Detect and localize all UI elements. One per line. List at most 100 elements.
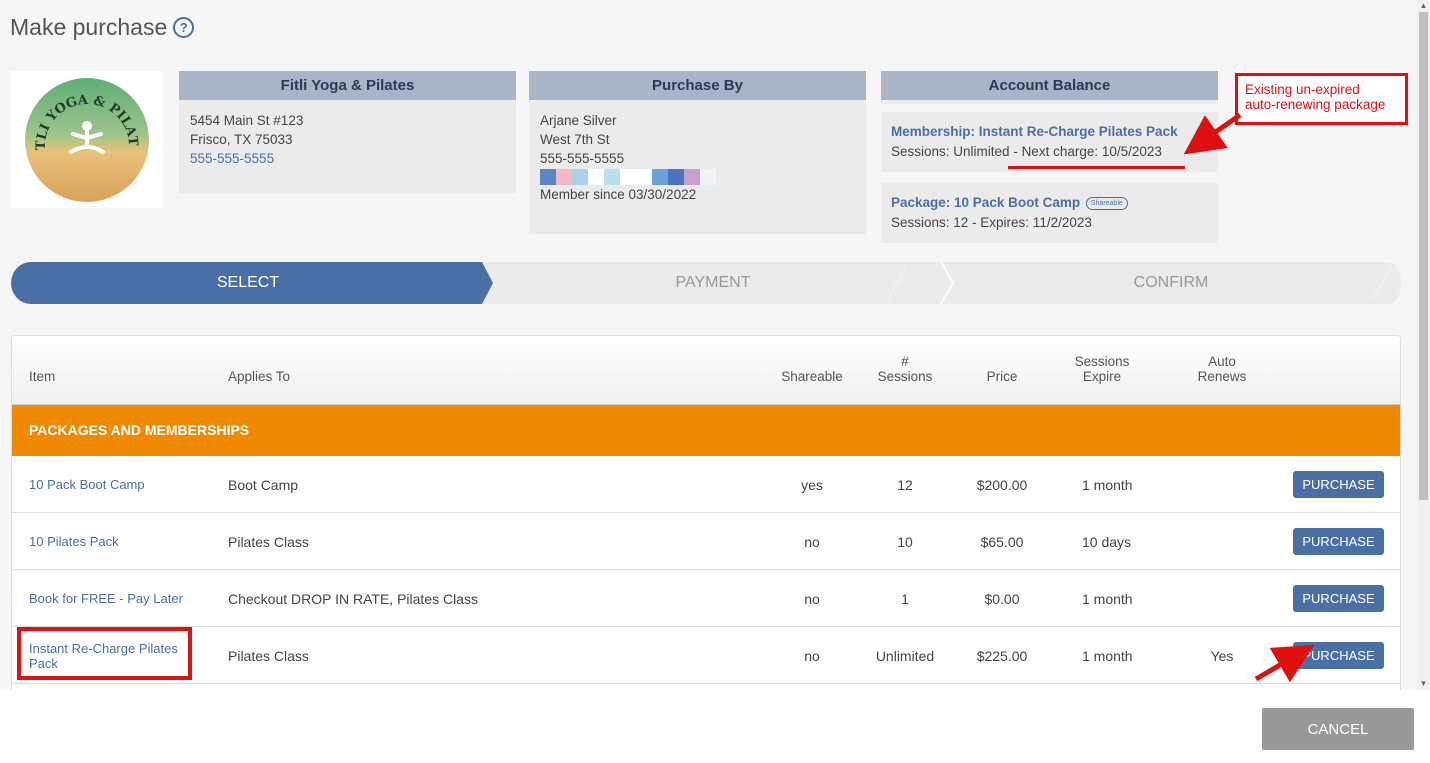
purchase-steps: SELECT PAYMENT CONFIRM <box>11 262 1401 304</box>
membership-sessions: Sessions: Unlimited - <box>891 144 1018 159</box>
row-sessions: 1 <box>901 590 909 607</box>
swatch <box>684 169 700 185</box>
row-item-link[interactable]: 10 Pilates Pack <box>29 534 119 549</box>
purchase-modal: Make purchase ? FITLI YOGA & PILATES Fit <box>0 0 1417 690</box>
purchaser-info-box: Purchase By Arjane Silver West 7th St 55… <box>529 71 866 234</box>
modal-scrollbar[interactable]: ▲ ▼ <box>1417 0 1430 690</box>
table-row: 10 Pack Boot Camp Boot Camp yes 12 $200.00 1 … <box>12 456 1400 513</box>
annotation-callout: Existing un-expired auto-renewing packag… <box>1235 73 1408 125</box>
row-auto-renews-cell <box>1192 513 1252 570</box>
table-row: Instant Re-Charge Pilates Pack Pilates Cl… <box>12 627 1400 684</box>
purchase-button[interactable]: PURCHASE <box>1293 585 1384 612</box>
row-sessions: 10 <box>897 533 913 550</box>
row-expires-cell: 1 month <box>1082 570 1162 627</box>
purchaser-name: Arjane Silver <box>540 113 617 128</box>
row-auto-renews: Yes <box>1210 647 1234 664</box>
purchaser-header: Purchase By <box>529 71 866 100</box>
swatch <box>700 169 716 185</box>
row-item-link[interactable]: 10 Pack Boot Camp <box>29 477 145 492</box>
row-shareable-cell: no <box>772 627 852 684</box>
row-applies-to: Checkout DROP IN RATE, Pilates Class <box>228 590 479 607</box>
row-applies-to-cell: Pilates Class <box>228 627 628 684</box>
balance-header-box: Account Balance <box>881 71 1218 104</box>
row-price: $0.00 <box>984 590 1020 607</box>
col-shareable: Shareable <box>781 369 843 384</box>
balance-package: Package: 10 Pack Boot Camp Shareable Ses… <box>881 183 1218 243</box>
row-price-cell: $225.00 <box>962 627 1042 684</box>
studio-phone-link[interactable]: 555-555-5555 <box>190 149 505 168</box>
balance-header: Account Balance <box>881 71 1218 100</box>
step-payment[interactable]: PAYMENT <box>485 262 941 304</box>
row-sessions-cell: 12 <box>867 456 943 513</box>
col-item: Item <box>29 369 56 384</box>
row-shareable-cell: no <box>772 570 852 627</box>
col-renew-line2: Renews <box>1197 369 1247 384</box>
row-applies-to: Pilates Class <box>228 647 309 664</box>
row-expires: 1 month <box>1082 476 1133 493</box>
row-price-cell: $65.00 <box>962 513 1042 570</box>
studio-address-line2: Frisco, TX 75033 <box>190 132 293 147</box>
table-row: 10 Pilates Pack Pilates Class no 10 $65.00 10… <box>12 513 1400 570</box>
row-auto-renews-cell <box>1192 456 1252 513</box>
scroll-down-icon[interactable]: ▼ <box>1417 678 1430 690</box>
cancel-button[interactable]: CANCEL <box>1262 708 1414 750</box>
studio-address-line1: 5454 Main St #123 <box>190 113 304 128</box>
package-details: Sessions: 12 - Expires: 11/2/2023 <box>891 215 1092 230</box>
row-auto-renews-cell <box>1192 570 1252 627</box>
swatch <box>572 169 588 185</box>
swatch <box>556 169 572 185</box>
row-expires: 1 month <box>1082 647 1133 664</box>
swatch <box>604 169 620 185</box>
col-price: Price <box>986 369 1018 384</box>
swatch <box>620 169 636 185</box>
row-applies-to-cell: Checkout DROP IN RATE, Pilates Class <box>228 570 628 627</box>
highlight-box <box>17 627 192 680</box>
row-applies-to: Pilates Class <box>228 533 309 550</box>
row-shareable: no <box>804 590 820 607</box>
swatch <box>652 169 668 185</box>
col-auto-renews: Auto Renews <box>1192 354 1252 384</box>
row-sessions-cell: 1 <box>867 570 943 627</box>
row-price: $225.00 <box>976 647 1028 664</box>
scroll-up-icon[interactable]: ▲ <box>1417 0 1430 12</box>
row-item-link-cell: 10 Pilates Pack <box>29 513 199 570</box>
row-price-cell: $200.00 <box>962 456 1042 513</box>
col-sessions-line1: # <box>901 354 909 369</box>
question-circle-icon[interactable]: ? <box>173 17 195 38</box>
col-sessions: # Sessions <box>867 354 943 384</box>
scrollbar-thumb[interactable] <box>1419 12 1428 500</box>
row-price: $200.00 <box>976 476 1028 493</box>
row-item-link-cell: 10 Pack Boot Camp <box>29 456 199 513</box>
purchaser-phone: 555-555-5555 <box>540 151 625 166</box>
swatch <box>588 169 604 185</box>
purchase-button[interactable]: PURCHASE <box>1293 528 1384 555</box>
row-shareable-cell: yes <box>772 456 852 513</box>
row-expires-cell: 10 days <box>1082 513 1162 570</box>
row-item-link[interactable]: Book for FREE - Pay Later <box>29 591 183 606</box>
studio-header: Fitli Yoga & Pilates <box>179 71 516 100</box>
page-title-text: Make purchase <box>10 14 168 40</box>
swatch <box>636 169 652 185</box>
callout-line2: auto-renewing package <box>1245 97 1386 112</box>
purchase-button[interactable]: PURCHASE <box>1293 642 1384 669</box>
step-confirm[interactable]: CONFIRM <box>941 262 1401 304</box>
col-sessions-line2: Sessions <box>877 369 933 384</box>
row-applies-to-cell: Boot Camp <box>228 456 628 513</box>
page-title: Make purchase ? <box>10 14 195 41</box>
callout-line1: Existing un-expired <box>1245 82 1360 97</box>
row-auto-renews-cell: Yes <box>1192 627 1252 684</box>
row-price: $65.00 <box>980 533 1024 550</box>
row-applies-to: Boot Camp <box>228 476 299 493</box>
package-name[interactable]: Package: 10 Pack Boot Camp <box>891 195 1080 210</box>
table-row: Book for FREE - Pay Later Checkout DROP I… <box>12 570 1400 627</box>
row-sessions-cell: Unlimited <box>867 627 943 684</box>
purchase-button[interactable]: PURCHASE <box>1293 471 1384 498</box>
row-price-cell: $0.00 <box>962 570 1042 627</box>
col-applies-to: Applies To <box>228 369 291 384</box>
step-select[interactable]: SELECT <box>11 262 485 304</box>
swatch <box>668 169 684 185</box>
redacted-swatches <box>540 169 855 185</box>
packages-table: Item Applies To Shareable # Sessions Pri… <box>11 335 1401 690</box>
table-header: Item Applies To Shareable # Sessions Pri… <box>12 336 1400 405</box>
membership-name[interactable]: Membership: Instant Re-Charge Pilates Pa… <box>891 122 1208 142</box>
